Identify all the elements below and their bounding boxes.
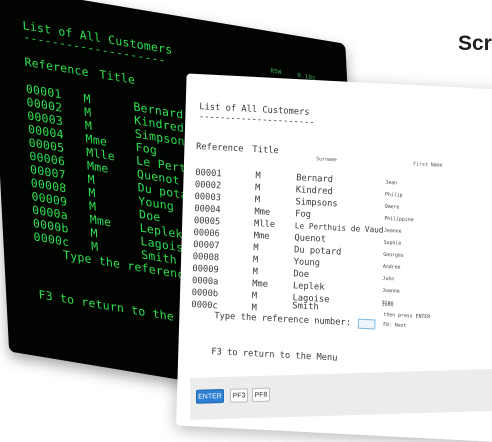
web-row-ref: 0000b — [191, 288, 219, 300]
legacy-row-surname: Kindred — [133, 113, 185, 136]
web-row-title: M — [251, 291, 258, 302]
web-row-ref: 00007 — [193, 240, 220, 252]
web-row-ref: 00009 — [192, 264, 219, 276]
legacy-row-ref: 00008 — [30, 176, 67, 196]
web-next-hint: F8: Next — [383, 321, 407, 330]
web-row-title: Mme — [253, 231, 270, 242]
web-row-title: Mlle — [253, 219, 276, 231]
pf8-key-button[interactable]: PF8 — [252, 387, 270, 403]
web-row-firstname: Sophie — [383, 239, 402, 247]
web-col-title: Title — [252, 144, 279, 157]
legacy-row-title: M — [88, 185, 96, 201]
web-row-ref: 00006 — [193, 228, 220, 240]
legacy-row-title: M — [90, 225, 98, 241]
legacy-row-surname: Quenot — [136, 167, 181, 188]
legacy-row-ref: 00003 — [26, 108, 64, 129]
web-row-firstname: Philip — [385, 191, 403, 199]
legacy-col-title: Title — [99, 67, 136, 87]
web-row-ref: 0000c — [191, 300, 218, 312]
web-row-title: Mme — [252, 279, 269, 290]
web-row-title: M — [254, 195, 261, 206]
legacy-row-surname: Smith — [140, 247, 178, 268]
web-row-title: M — [252, 255, 259, 266]
web-col-surname: Surname — [316, 156, 337, 164]
web-terminal-screen: List of All Customers ------------------… — [176, 73, 492, 442]
web-row-firstname: Andree — [382, 263, 401, 271]
web-row-surname: Simpsons — [295, 197, 338, 210]
function-key-bar: ENTER PF3 PF8 — [190, 368, 492, 420]
pf3-key-button[interactable]: PF3 — [230, 388, 248, 403]
web-row-surname: Fog — [294, 209, 312, 221]
web-row-ref: 00001 — [195, 168, 222, 180]
legacy-row-ref: 0000b — [32, 216, 69, 236]
web-row-surname: Bernard — [296, 173, 334, 186]
web-row-ref: 0000a — [191, 276, 219, 288]
web-row-title: Mme — [254, 207, 271, 218]
legacy-row-ref: 00006 — [29, 149, 66, 169]
legacy-row-surname: Leplek — [139, 220, 183, 242]
web-row-title: M — [252, 267, 258, 278]
legacy-row-title: M — [90, 239, 99, 254]
legacy-title-underline: -------------------- — [22, 30, 167, 68]
legacy-row-surname: Young — [137, 193, 175, 214]
web-row-ref: 00002 — [194, 180, 222, 192]
legacy-row-title: M — [88, 199, 97, 214]
web-row-firstname: John — [382, 275, 395, 283]
web-row-title: M — [251, 303, 257, 314]
legacy-row-ref: 00004 — [27, 122, 64, 142]
legacy-row-title: M — [83, 104, 92, 120]
web-row-title: M — [254, 183, 261, 194]
web-row-firstname: John — [381, 301, 394, 309]
legacy-row-ref: 00002 — [26, 95, 63, 115]
legacy-row-title: Mme — [89, 212, 112, 230]
web-row-surname: Smith — [292, 301, 319, 313]
legacy-list-title: List of All Customers — [22, 18, 173, 57]
legacy-row-ref: 00009 — [31, 189, 68, 209]
legacy-row-ref: 0000c — [33, 229, 70, 250]
web-row-firstname: Georges — [383, 251, 404, 259]
legacy-row-surname: Doe — [138, 207, 161, 225]
web-row-firstname: Joanne — [382, 287, 400, 295]
web-row-surname: Quenot — [294, 233, 327, 245]
legacy-row-title: Mme — [86, 158, 109, 176]
reference-number-input[interactable] — [357, 318, 376, 330]
legacy-row-ref: 00005 — [28, 135, 65, 156]
page-heading: Scr — [458, 32, 492, 55]
web-row-firstname: Jean — [385, 179, 398, 187]
web-row-title: M — [253, 243, 259, 254]
web-row-firstname: Omere — [384, 203, 400, 211]
legacy-row-title: Mlle — [85, 145, 116, 164]
web-row-surname: Young — [293, 257, 321, 269]
web-row-surname: Kindred — [295, 185, 333, 198]
legacy-row-ref: 0000a — [31, 202, 69, 223]
web-row-ref: 00008 — [192, 252, 220, 264]
legacy-row-title: M — [83, 91, 91, 107]
legacy-row-surname: Fog — [135, 140, 158, 158]
web-row-surname: Leplek — [292, 281, 325, 293]
legacy-status-left: R5W — [270, 67, 282, 77]
web-row-title: M — [255, 171, 261, 182]
web-row-ref: 00005 — [193, 216, 221, 228]
legacy-col-reference: Reference — [24, 55, 90, 80]
enter-key-button[interactable]: ENTER — [196, 388, 224, 404]
legacy-row-title: M — [87, 172, 96, 187]
legacy-row-surname: Bernard — [133, 99, 184, 122]
legacy-row-ref: 00007 — [29, 162, 67, 182]
web-row-ref: 00003 — [194, 192, 222, 204]
legacy-row-title: M — [84, 118, 93, 134]
legacy-row-ref: 00001 — [25, 81, 62, 102]
web-row-surname: Doe — [293, 269, 310, 281]
web-row-firstname: Jeanne — [383, 227, 402, 235]
legacy-row-title: Mme — [85, 131, 108, 149]
web-row-ref: 00004 — [194, 204, 221, 216]
